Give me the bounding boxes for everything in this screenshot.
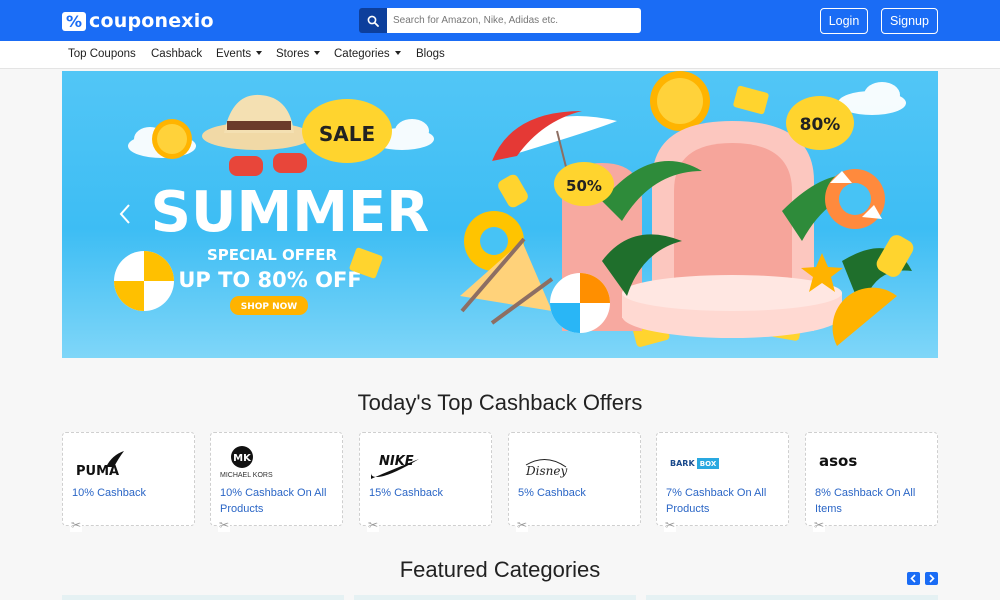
cashback-section-title: Today's Top Cashback Offers — [357, 390, 643, 415]
search-bar — [359, 8, 641, 33]
banner-tag-50: 50% — [566, 177, 602, 195]
svg-text:MICHAEL KORS: MICHAEL KORS — [220, 472, 273, 479]
svg-text:NIKE: NIKE — [379, 454, 414, 469]
nav-label: Stores — [276, 48, 310, 60]
banner-tag-80: 80% — [800, 115, 841, 135]
cashback-text: 10% Cashback — [72, 487, 146, 499]
scissors-icon: ✂ — [367, 518, 380, 532]
michael-kors-logo: MK MICHAEL KORS — [220, 446, 273, 479]
category-card[interactable] — [354, 595, 636, 600]
cashback-text: 10% Cashback On All Products — [220, 487, 327, 515]
category-card[interactable] — [646, 595, 938, 600]
nav-item-top-coupons[interactable]: Top Coupons — [68, 48, 136, 60]
top-bar: % couponexio Login Signup — [0, 0, 1000, 41]
chevron-left-icon — [910, 574, 916, 583]
search-input[interactable] — [387, 8, 641, 33]
search-button[interactable] — [359, 8, 387, 33]
nav-label: Top Coupons — [68, 48, 136, 60]
banner-headline: SUMMER — [151, 180, 430, 245]
scissors-icon: ✂ — [664, 518, 677, 532]
chevron-left-icon[interactable] — [118, 203, 132, 225]
nav-label: Blogs — [416, 48, 445, 60]
search-icon — [367, 15, 379, 27]
categories-section-title: Featured Categories — [399, 557, 601, 582]
chevron-down-icon — [314, 51, 321, 55]
nav-label: Cashback — [151, 48, 203, 60]
cashback-card-barkbox[interactable]: BARK BOX 7% Cashback On All Products ✂ — [656, 432, 789, 532]
nav-item-blogs[interactable]: Blogs — [416, 48, 445, 60]
cashback-card-disney[interactable]: Disney 5% Cashback ✂ — [508, 432, 641, 532]
signup-button[interactable]: Signup — [881, 8, 938, 34]
nav-label: Categories — [334, 48, 390, 60]
cashback-card-asos[interactable]: asos 8% Cashback On All Items ✂ — [805, 432, 938, 532]
hero-banner[interactable]: SUMMER SPECIAL OFFER UP TO 80% OFF SALE … — [62, 71, 938, 358]
category-card[interactable] — [62, 595, 344, 600]
barkbox-logo: BARK BOX — [670, 458, 719, 469]
scissors-icon: ✂ — [218, 518, 231, 532]
prev-button[interactable] — [907, 572, 920, 585]
svg-text:asos: asos — [819, 452, 857, 470]
nike-logo: NIKE — [371, 454, 419, 479]
chevron-right-icon — [929, 574, 935, 583]
svg-text:MK: MK — [233, 453, 252, 464]
brand-logo[interactable]: % couponexio — [62, 10, 214, 32]
main-nav: Top Coupons Cashback Events Stores Categ… — [0, 41, 1000, 69]
cashback-text: 8% Cashback On All Items — [815, 487, 916, 515]
logo-text: couponexio — [89, 10, 214, 32]
banner-tag-sale: SALE — [319, 122, 375, 146]
banner-subline: SPECIAL OFFER — [207, 246, 338, 264]
cashback-text: 7% Cashback On All Products — [666, 487, 767, 515]
cashback-card-puma[interactable]: PUMA 10% Cashback ✂ — [62, 432, 195, 532]
nav-item-cashback[interactable]: Cashback — [151, 48, 202, 60]
logo-mark: % — [62, 11, 86, 31]
next-button[interactable] — [925, 572, 938, 585]
chevron-down-icon — [256, 51, 263, 55]
scissors-icon: ✂ — [70, 518, 83, 532]
cashback-text: 15% Cashback — [369, 487, 443, 499]
nav-item-events[interactable]: Events — [216, 48, 263, 60]
scissors-icon: ✂ — [813, 518, 826, 532]
svg-text:BOX: BOX — [700, 460, 717, 468]
cashback-card-michael-kors[interactable]: MK MICHAEL KORS 10% Cashback On All Prod… — [210, 432, 343, 532]
banner-artwork: SUMMER SPECIAL OFFER UP TO 80% OFF SALE … — [114, 71, 914, 347]
puma-logo: PUMA — [76, 451, 124, 479]
login-button[interactable]: Login — [820, 8, 868, 34]
banner-offer: UP TO 80% OFF — [178, 268, 361, 292]
chevron-down-icon — [394, 51, 401, 55]
nav-item-categories[interactable]: Categories — [334, 48, 401, 60]
cashback-text: 5% Cashback — [518, 487, 586, 499]
nav-item-stores[interactable]: Stores — [276, 48, 321, 60]
svg-text:Disney: Disney — [525, 464, 567, 478]
asos-logo: asos — [819, 452, 857, 470]
scissors-icon: ✂ — [516, 518, 529, 532]
nav-label: Events — [216, 48, 252, 60]
disney-logo: Disney — [525, 459, 567, 478]
banner-cta: SHOP NOW — [241, 302, 298, 312]
cashback-card-nike[interactable]: NIKE 15% Cashback ✂ — [359, 432, 492, 532]
svg-text:BARK: BARK — [670, 459, 695, 468]
